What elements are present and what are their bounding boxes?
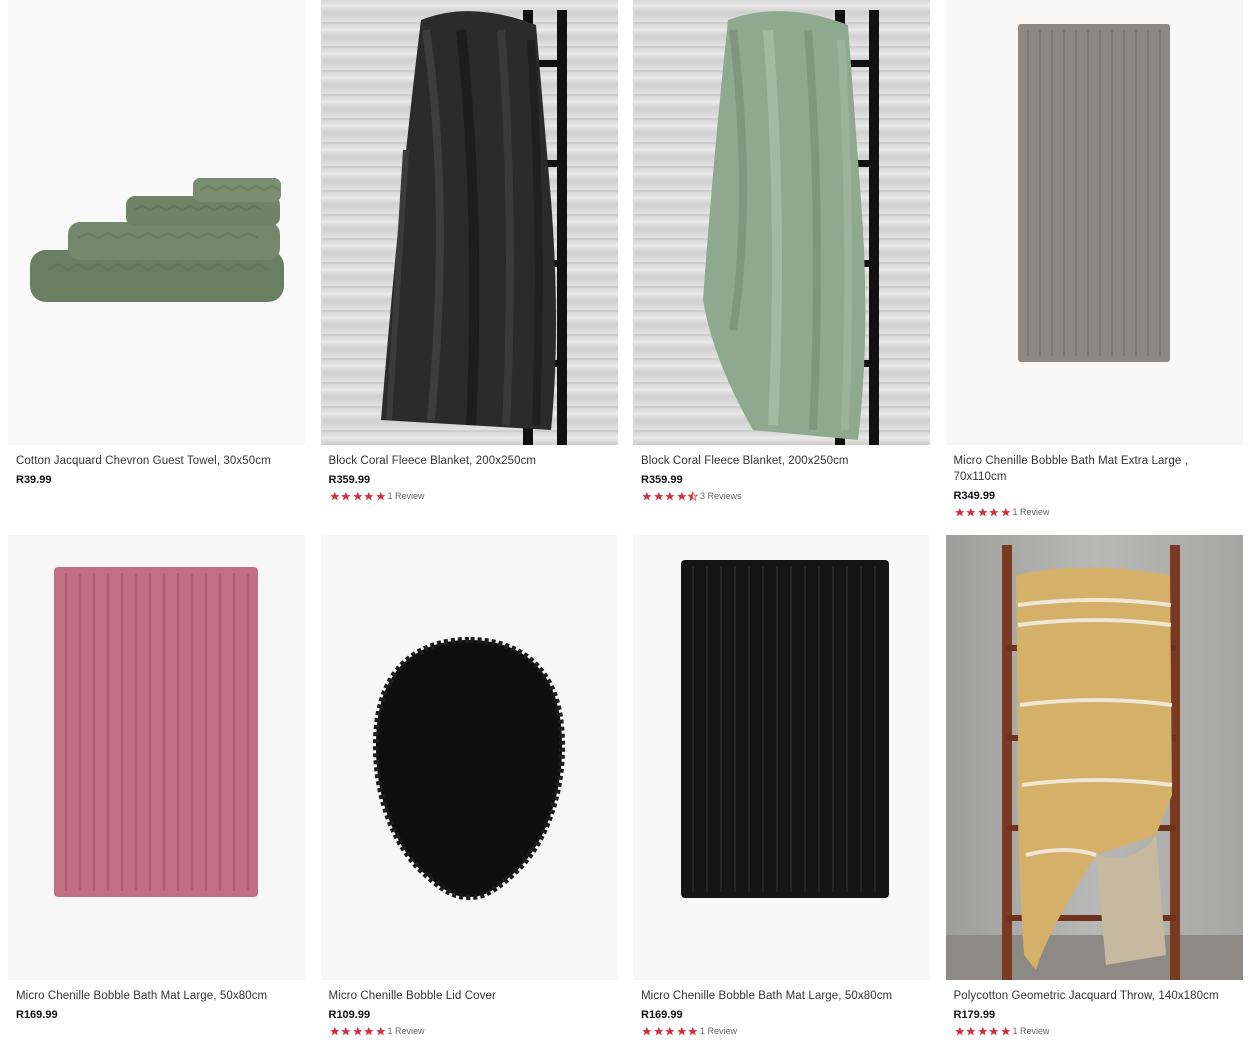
star-icon [977,507,988,516]
star-icon [966,507,976,516]
product-card[interactable]: Micro Chenille Bobble Bath Mat Large, 50… [8,535,305,1039]
product-info: Micro Chenille Bobble Bath Mat Large, 50… [633,980,930,1039]
product-price: R39.99 [16,474,52,486]
half-star-icon [687,490,699,501]
product-card[interactable]: Micro Chenille Bobble Bath Mat Large, 50… [633,535,930,1039]
product-title[interactable]: Block Coral Fleece Blanket, 200x250cm [641,453,922,469]
product-rating: 1 Review [329,1023,610,1039]
product-card[interactable]: Block Coral Fleece Blanket, 200x250cm R3… [633,0,930,535]
product-card[interactable]: Cotton Jacquard Chevron Guest Towel, 30x… [8,0,305,535]
product-info: Block Coral Fleece Blanket, 200x250cm R3… [633,445,930,504]
star-icon [364,1026,374,1035]
star-icon [376,1026,386,1035]
review-count-link[interactable]: 1 Review [387,1026,424,1036]
star-rating [954,507,1012,518]
star-icon [954,507,964,516]
product-image[interactable] [8,0,305,445]
star-icon [665,491,675,500]
product-info: Micro Chenille Bobble Bath Mat Extra Lar… [946,445,1243,520]
product-title[interactable]: Block Coral Fleece Blanket, 200x250cm [329,453,610,469]
star-icon [954,1026,964,1035]
green-fleece-blanket-image [703,10,879,445]
star-icon [376,491,386,500]
star-icon [1001,507,1011,516]
product-price: R109.99 [328,1009,371,1021]
product-rating: 1 Review [641,1023,922,1039]
star-icon [352,1026,363,1035]
product-rating: 3 Reviews [641,488,922,504]
review-count-link[interactable]: 3 Reviews [700,491,742,501]
product-title[interactable]: Micro Chenille Bobble Bath Mat Extra Lar… [954,453,1235,485]
product-image[interactable] [945,535,1243,980]
star-icon [329,1026,339,1035]
product-price: R169.99 [16,1009,58,1021]
star-icon [352,491,363,500]
star-rating [329,491,387,502]
pink-bath-mat-image [8,535,305,980]
product-rating: 1 Review [329,488,610,504]
mustard-throw-image [945,535,1243,980]
star-icon [676,491,687,500]
black-bath-mat-image [633,535,930,980]
product-card[interactable]: Micro Chenille Bobble Lid Cover R109.99 … [320,535,618,1039]
star-icon [977,1026,988,1035]
product-price: R179.99 [953,1009,996,1021]
product-price: R359.99 [328,474,371,486]
product-rating: 1 Review [954,504,1235,520]
star-icon [665,1026,675,1035]
product-info: Cotton Jacquard Chevron Guest Towel, 30x… [8,445,305,488]
star-icon [989,1026,999,1035]
product-title[interactable]: Micro Chenille Bobble Bath Mat Large, 50… [16,988,297,1004]
product-card[interactable]: Polycotton Geometric Jacquard Throw, 140… [945,535,1243,1039]
product-image[interactable] [633,0,930,445]
review-count-link[interactable]: 1 Review [387,491,424,501]
star-icon [989,507,999,516]
star-rating [641,1026,699,1037]
product-row: Cotton Jacquard Chevron Guest Towel, 30x… [0,0,1243,535]
product-info: Micro Chenille Bobble Bath Mat Large, 50… [8,980,305,1023]
product-price: R359.99 [641,474,683,486]
product-info: Block Coral Fleece Blanket, 200x250cm R3… [321,445,618,504]
star-icon [688,1026,698,1035]
product-price: R169.99 [641,1009,683,1021]
star-icon [1001,1026,1011,1035]
star-icon [329,491,339,500]
product-rating: 1 Review [954,1023,1235,1039]
product-card[interactable]: Micro Chenille Bobble Bath Mat Extra Lar… [945,0,1243,535]
black-lid-cover-image [320,535,618,980]
product-image[interactable] [8,535,305,980]
star-rating [954,1026,1012,1037]
star-icon [364,491,374,500]
star-icon [642,491,652,500]
grey-bath-mat-image [945,0,1243,445]
product-info: Micro Chenille Bobble Lid Cover R109.99 … [321,980,618,1039]
review-count-link[interactable]: 1 Review [1012,507,1049,517]
product-image[interactable] [945,0,1243,445]
product-price: R349.99 [953,490,996,502]
product-card[interactable]: Block Coral Fleece Blanket, 200x250cm R3… [320,0,618,535]
star-icon [341,491,351,500]
product-title[interactable]: Polycotton Geometric Jacquard Throw, 140… [954,988,1235,1004]
product-title[interactable]: Cotton Jacquard Chevron Guest Towel, 30x… [16,453,297,469]
product-row: Micro Chenille Bobble Bath Mat Large, 50… [0,535,1243,1039]
product-title[interactable]: Micro Chenille Bobble Bath Mat Large, 50… [641,988,922,1004]
star-icon [676,1026,687,1035]
green-towel-stack-image [8,0,305,445]
black-fleece-blanket-image [380,10,567,445]
product-info: Polycotton Geometric Jacquard Throw, 140… [946,980,1243,1039]
star-icon [653,1026,663,1035]
review-count-link[interactable]: 1 Review [700,1026,737,1036]
product-image[interactable] [633,535,930,980]
product-image[interactable] [320,0,618,445]
star-icon [642,1026,652,1035]
review-count-link[interactable]: 1 Review [1012,1026,1049,1036]
product-title[interactable]: Micro Chenille Bobble Lid Cover [329,988,610,1004]
star-icon [966,1026,976,1035]
star-rating [329,1026,387,1037]
star-rating [641,490,699,502]
product-image[interactable] [320,535,618,980]
star-icon [341,1026,351,1035]
star-icon [653,491,663,500]
